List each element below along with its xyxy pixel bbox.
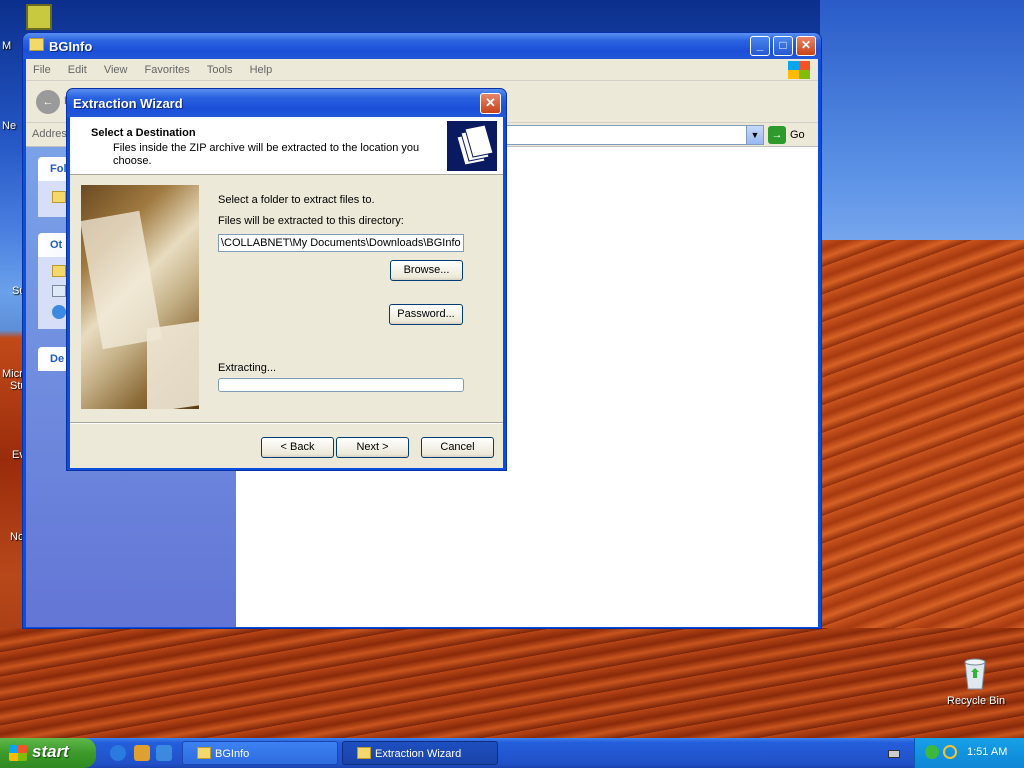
explorer-titlebar[interactable]: BGInfo _ □ ✕ (23, 33, 821, 59)
folder-icon[interactable] (52, 191, 66, 203)
folder-icon[interactable] (52, 265, 66, 277)
menu-file[interactable]: File (26, 59, 58, 76)
taskbar-item-label: Extraction Wizard (375, 748, 462, 760)
go-button[interactable]: → Go (768, 125, 812, 145)
start-label: start (32, 742, 69, 761)
next-button[interactable]: Next > (336, 437, 409, 458)
menu-view[interactable]: View (97, 59, 135, 76)
desktop-app-icon[interactable] (26, 4, 52, 30)
clock[interactable]: 1:51 AM (967, 746, 1007, 758)
password-button[interactable]: Password... (389, 304, 463, 325)
taskbar: start BGInfo Extraction Wizard 1:51 AM (0, 738, 1024, 768)
recycle-bin-icon[interactable] (960, 656, 990, 690)
menu-favorites[interactable]: Favorites (138, 59, 197, 76)
search-icon[interactable] (943, 745, 957, 759)
desktop-icon-label[interactable]: M (2, 40, 11, 52)
go-arrow-icon: → (768, 126, 786, 145)
explorer-title: BGInfo (49, 39, 93, 54)
extraction-progress-bar (218, 378, 464, 392)
show-desktop-icon[interactable] (156, 745, 172, 761)
menu-tools[interactable]: Tools (200, 59, 240, 76)
directory-label: Files will be extracted to this director… (218, 215, 404, 227)
back-arrow-icon[interactable]: ← (36, 90, 60, 114)
close-button[interactable]: ✕ (480, 93, 501, 114)
network-icon[interactable] (52, 305, 66, 319)
directory-input[interactable]: \COLLABNET\My Documents\Downloads\BGInfo (218, 234, 464, 252)
close-button[interactable]: ✕ (796, 36, 816, 56)
back-button[interactable]: < Back (261, 437, 334, 458)
wizard-title: Extraction Wizard (73, 96, 183, 111)
maximize-button[interactable]: □ (773, 36, 793, 56)
windows-logo-icon (9, 745, 27, 761)
desktop-sky (820, 0, 1024, 250)
minimize-button[interactable]: _ (750, 36, 770, 56)
document-icon[interactable] (52, 285, 66, 297)
extraction-wizard-dialog: Extraction Wizard ✕ Select a Destination… (66, 88, 507, 471)
chevron-down-icon[interactable]: ▼ (746, 126, 763, 144)
divider (70, 422, 503, 424)
browse-button[interactable]: Browse... (390, 260, 463, 281)
desktop-icon-label[interactable]: Ne (2, 120, 16, 132)
wizard-side-image (80, 185, 199, 413)
system-tray: 1:51 AM (914, 738, 1024, 768)
wizard-step-description: Files inside the ZIP archive will be ext… (113, 142, 420, 167)
menu-bar: File Edit View Favorites Tools Help (26, 59, 818, 81)
menu-help[interactable]: Help (243, 59, 280, 76)
internet-explorer-icon[interactable] (110, 745, 126, 761)
taskbar-item-label: BGInfo (215, 748, 250, 760)
go-label: Go (790, 129, 805, 141)
extracting-label: Extracting... (218, 362, 277, 374)
wizard-step-title: Select a Destination (91, 127, 196, 139)
desktop-dunes-bottom (0, 628, 1024, 740)
wizard-body: Select a Destination Files inside the ZI… (70, 117, 503, 468)
recycle-bin-label[interactable]: Recycle Bin (947, 695, 1005, 707)
taskbar-item-bginfo[interactable]: BGInfo (182, 741, 338, 765)
start-button[interactable]: start (0, 738, 96, 768)
paper-graphic (147, 321, 199, 413)
wizard-header: Select a Destination Files inside the ZI… (70, 117, 503, 175)
folder-icon (197, 747, 211, 759)
taskbar-item-extraction-wizard[interactable]: Extraction Wizard (342, 741, 498, 765)
media-icon[interactable] (134, 745, 150, 761)
cancel-button[interactable]: Cancel (421, 437, 494, 458)
network-status-icon[interactable] (925, 745, 939, 759)
folder-icon (29, 38, 44, 51)
folder-icon (357, 747, 371, 759)
keyboard-icon[interactable] (888, 750, 900, 758)
wizard-titlebar[interactable]: Extraction Wizard ✕ (67, 89, 506, 117)
windows-logo-icon (788, 61, 810, 79)
select-folder-text: Select a folder to extract files to. (218, 194, 375, 206)
menu-edit[interactable]: Edit (61, 59, 94, 76)
folders-icon (447, 121, 497, 171)
